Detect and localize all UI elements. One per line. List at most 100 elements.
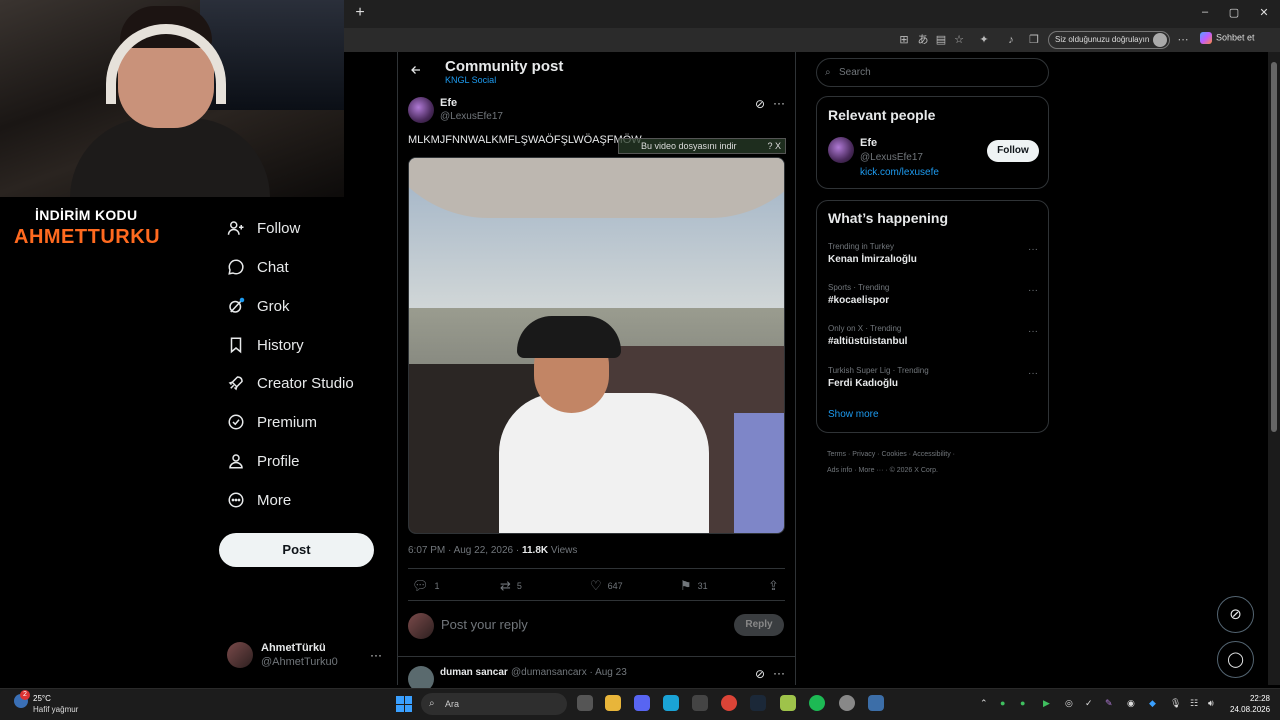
tray-app-icon[interactable]: ● [1020,698,1025,708]
reply-author-name[interactable]: duman sancar [440,667,508,678]
trend-item[interactable]: Turkish Super Lig · Trending Ferdi Kadıo… [828,366,1038,389]
relevant-avatar[interactable] [828,137,854,163]
community-link[interactable]: KNGL Social [445,75,496,85]
post-video[interactable] [408,157,785,534]
nav-premium[interactable]: Premium [227,407,317,437]
reply-button[interactable]: Reply [734,614,784,636]
trend-context: Only on X · Trending [828,324,902,333]
chat-float-button[interactable]: ◯ [1217,641,1254,678]
like-action[interactable]: ♡ 647 [590,578,623,594]
trend-item[interactable]: Trending in Turkey Kenan İmirzalıoğlu ··… [828,242,1038,265]
collections-icon[interactable]: ❐ [1027,33,1041,47]
author-name[interactable]: Efe [440,97,457,109]
reply-more-icon[interactable]: ··· [773,666,785,680]
translate-icon[interactable]: あ [916,33,930,47]
copilot-chat-button[interactable]: Sohbet et [1200,32,1255,44]
start-button[interactable] [396,696,412,712]
nav-grok[interactable]: Grok [227,291,290,321]
reply-action[interactable]: 💬︎ 1 [412,578,440,594]
network-icon[interactable]: ☷ [1190,698,1198,709]
search-input[interactable]: ⌕ Search [816,58,1049,87]
back-arrow-icon[interactable] [410,63,422,79]
trend-item[interactable]: Only on X · Trending #altiüstüistanbul ·… [828,324,1038,347]
system-clock[interactable]: 22:28 24.08.2026 [1230,693,1270,715]
apps-icon[interactable]: ⊞ [897,33,911,47]
favorite-star-icon[interactable]: ☆ [952,33,966,47]
taskbar-search[interactable]: ⌕ Ara [421,693,567,715]
close-window-button[interactable]: ✕ [1254,6,1274,19]
chrome-icon[interactable] [721,695,737,711]
task-view-icon[interactable] [577,695,593,711]
tray-app-icon[interactable]: ◉ [1127,698,1135,709]
trend-more-icon[interactable]: ··· [1028,285,1038,296]
nav-chat[interactable]: Chat [227,252,289,282]
video-download-overlay[interactable]: Bu video dosyasını indir ? X [618,138,786,154]
extensions-icon[interactable]: ✦ [977,33,991,47]
profile-verify-pill[interactable]: Siz olduğunuzu doğrulayın [1048,31,1170,49]
discord-icon[interactable] [634,695,650,711]
new-tab-button[interactable]: + [352,4,368,22]
tray-app-icon[interactable]: ✎ [1105,698,1113,709]
account-more-icon[interactable]: ··· [370,648,382,662]
footer-line[interactable]: Terms · Privacy · Cookies · Accessibilit… [827,447,1047,463]
repost-action[interactable]: ⇄ 5 [500,578,522,594]
post-more-icon[interactable]: ··· [773,96,785,110]
trend-more-icon[interactable]: ··· [1028,368,1038,379]
relevant-handle[interactable]: @LexusEfe17 [860,152,923,163]
browser-menu-icon[interactable]: ⋯ [1176,33,1190,47]
repost-icon: ⇄ [500,578,511,593]
nav-follow[interactable]: Follow [227,213,300,243]
page-scrollbar[interactable] [1268,52,1280,685]
tray-app-icon[interactable]: ◎ [1065,698,1073,709]
video-download-close[interactable]: ? X [767,139,781,153]
file-explorer-icon[interactable] [605,695,621,711]
trend-item[interactable]: Sports · Trending #kocaelispor ··· [828,283,1038,306]
grok-icon[interactable]: ⊘ [755,97,765,111]
bookmark-action[interactable]: ⚑ 31 [680,578,708,594]
author-avatar[interactable] [408,97,434,123]
edge-icon[interactable] [663,695,679,711]
browser-tab-bar [344,0,1280,28]
trend-more-icon[interactable]: ··· [1028,244,1038,255]
trend-more-icon[interactable]: ··· [1028,326,1038,337]
scrollbar-thumb[interactable] [1271,62,1277,432]
footer-line[interactable]: Ads info · More ··· · © 2026 X Corp. [827,463,1047,479]
footer-links[interactable]: Terms · Privacy · Cookies · Accessibilit… [827,447,1047,479]
grok-float-button[interactable]: ⊘ [1217,596,1254,633]
grok-icon[interactable]: ⊘ [755,667,765,681]
tray-app-icon[interactable]: ▶ [1043,698,1050,709]
steam-icon[interactable] [750,695,766,711]
relevant-link[interactable]: kick.com/lexusefe [860,167,939,178]
favorites-icon[interactable]: ♪ [1004,33,1018,47]
follow-button[interactable]: Follow [987,140,1039,162]
show-more-link[interactable]: Show more [828,409,879,420]
post-button[interactable]: Post [219,533,374,567]
microphone-icon[interactable]: 🎙︎ [1170,698,1181,709]
tray-app-icon[interactable]: ✓ [1085,698,1093,709]
nav-history[interactable]: History [227,330,304,360]
nav-more[interactable]: More [227,485,291,515]
maximize-button[interactable]: ▢ [1224,6,1244,19]
nav-creator-studio[interactable]: Creator Studio [227,368,354,398]
author-handle[interactable]: @LexusEfe17 [440,111,503,122]
share-action[interactable]: ⇪ [768,578,785,594]
app-icon[interactable] [692,695,708,711]
app-icon[interactable] [780,695,796,711]
app-icon[interactable] [868,695,884,711]
spotify-icon[interactable] [809,695,825,711]
nav-profile[interactable]: Profile [227,446,300,476]
volume-icon[interactable]: 🔊︎ [1208,698,1214,709]
tray-chevron-icon[interactable]: ⌃ [980,698,988,709]
tray-app-icon[interactable]: ● [1000,698,1005,708]
reader-icon[interactable]: ▤ [934,33,948,47]
verify-label: Siz olduğunuzu doğrulayın [1055,35,1150,44]
app-icon[interactable] [839,695,855,711]
post-views-label: Views [548,545,578,556]
whats-happening-title: What’s happening [828,210,949,226]
minimize-button[interactable]: – [1195,6,1215,18]
page-title: Community post [445,58,564,75]
reply-input[interactable]: Post your reply [441,617,528,632]
chat-label: Sohbet et [1216,32,1255,43]
relevant-name[interactable]: Efe [860,137,877,149]
tray-app-icon[interactable]: ◆ [1149,698,1156,709]
